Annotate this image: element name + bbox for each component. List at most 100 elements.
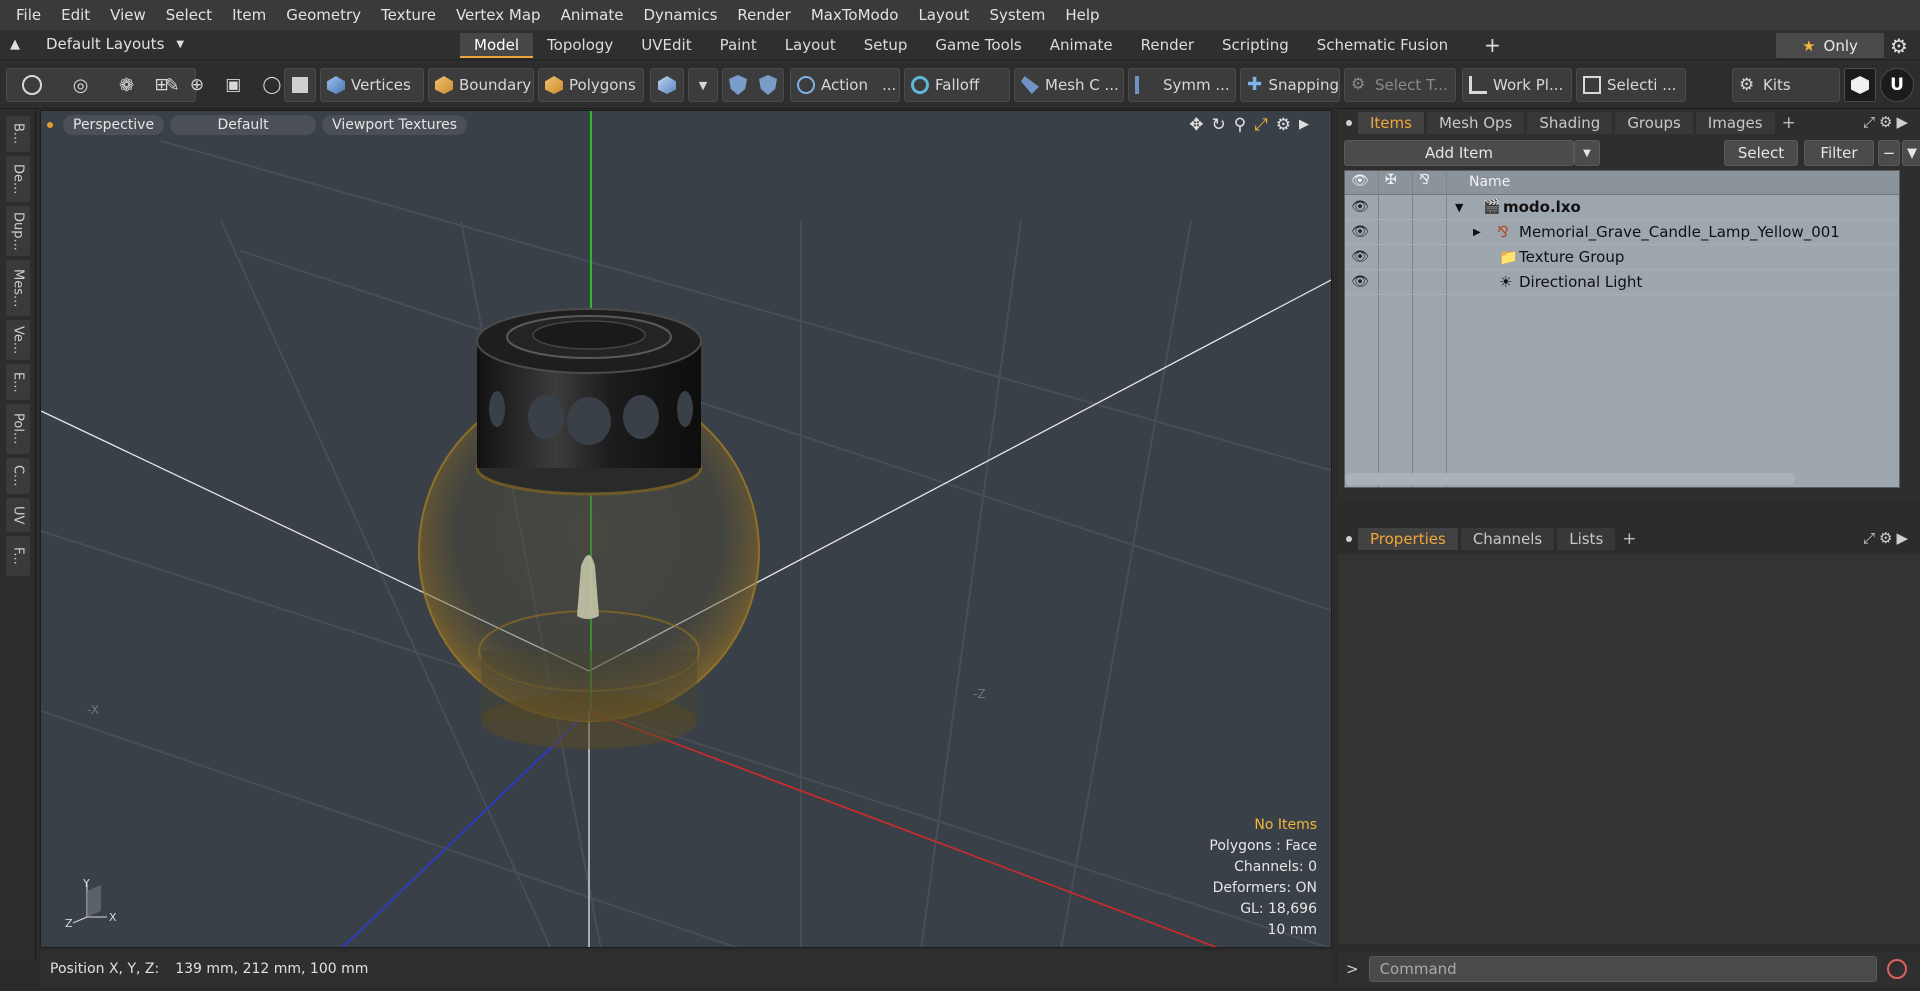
- tab-shading[interactable]: Shading: [1527, 112, 1613, 134]
- boundary-button[interactable]: Boundary: [428, 68, 534, 102]
- tab-render[interactable]: Render: [1127, 33, 1208, 58]
- default-layouts-dropdown[interactable]: ▲ Default Layouts ▼: [10, 35, 184, 53]
- menu-maxtomodo[interactable]: MaxToModo: [801, 6, 909, 24]
- menu-animate[interactable]: Animate: [551, 6, 634, 24]
- polygons-button[interactable]: Polygons: [538, 68, 644, 102]
- collapse-up-icon[interactable]: ▲: [10, 37, 20, 52]
- rotate-icon[interactable]: ◯: [262, 75, 281, 95]
- gear-icon[interactable]: ⚙: [1890, 34, 1908, 58]
- work-plane-button[interactable]: Work Pl...: [1462, 68, 1572, 102]
- tab-uvedit[interactable]: UVEdit: [627, 33, 705, 58]
- list-item-texture-group[interactable]: 👁 📁 Texture Group: [1345, 245, 1899, 270]
- left-tab-vertex[interactable]: Ve...: [6, 320, 30, 360]
- viewport-menu-dot-icon[interactable]: [47, 122, 53, 128]
- filter-button[interactable]: Filter: [1804, 140, 1874, 166]
- rotate-view-icon[interactable]: ↻: [1211, 115, 1225, 135]
- unreal-button[interactable]: U: [1880, 68, 1914, 102]
- mode-dropdown-button[interactable]: ▼: [688, 68, 718, 102]
- menu-file[interactable]: File: [6, 6, 51, 24]
- shading-dropdown[interactable]: Default: [170, 115, 317, 135]
- tab-model[interactable]: Model: [460, 33, 534, 58]
- menu-edit[interactable]: Edit: [51, 6, 100, 24]
- menu-item[interactable]: Item: [222, 6, 276, 24]
- tab-mesh-ops[interactable]: Mesh Ops: [1426, 112, 1525, 134]
- shield-icon[interactable]: [729, 75, 747, 95]
- left-tab-duplicate[interactable]: Dup...: [6, 206, 30, 256]
- falloff-button[interactable]: Falloff: [904, 68, 1010, 102]
- left-tab-deform[interactable]: De...: [6, 156, 30, 202]
- menu-texture[interactable]: Texture: [371, 6, 446, 24]
- left-tab-edge[interactable]: E...: [6, 364, 30, 400]
- 3d-viewport[interactable]: -X -Z Y Z X Perspective Default Viewport…: [40, 110, 1332, 948]
- list-item-directional-light[interactable]: 👁 ☀ Directional Light: [1345, 270, 1899, 295]
- globe-icon[interactable]: ◎: [73, 75, 89, 96]
- pan-icon[interactable]: ✥: [1189, 115, 1203, 135]
- menu-help[interactable]: Help: [1055, 6, 1109, 24]
- menu-view[interactable]: View: [100, 6, 156, 24]
- left-tab-uv[interactable]: UV: [6, 498, 30, 532]
- tab-setup[interactable]: Setup: [850, 33, 922, 58]
- collapse-button[interactable]: −: [1878, 140, 1900, 166]
- left-tab-basic[interactable]: B...: [6, 116, 30, 152]
- tab-game-tools[interactable]: Game Tools: [921, 33, 1035, 58]
- eye-icon[interactable]: 👁: [1351, 199, 1369, 215]
- cube-app-button[interactable]: [1844, 68, 1876, 102]
- list-item-mesh[interactable]: 👁 ▶ ⅋ Memorial_Grave_Candle_Lamp_Yellow_…: [1345, 220, 1899, 245]
- eye-icon[interactable]: 👁: [1351, 274, 1369, 290]
- add-tab-plus-icon[interactable]: +: [1484, 33, 1501, 57]
- maximize-icon[interactable]: ⤢: [1254, 115, 1268, 135]
- lasso-icon[interactable]: ❁: [119, 75, 134, 96]
- tab-items[interactable]: Items: [1358, 112, 1424, 134]
- element-move-icon[interactable]: ⊞: [155, 75, 169, 95]
- menu-system[interactable]: System: [979, 6, 1055, 24]
- viewport-gear-icon[interactable]: ⚙: [1276, 115, 1291, 135]
- left-tab-curve[interactable]: C...: [6, 458, 30, 494]
- menu-dynamics[interactable]: Dynamics: [633, 6, 727, 24]
- vertices-button[interactable]: Vertices: [320, 68, 424, 102]
- tab-topology[interactable]: Topology: [533, 33, 627, 58]
- panel-options-icons[interactable]: ⤢⚙▶: [1863, 529, 1912, 547]
- menu-render[interactable]: Render: [727, 6, 800, 24]
- expand-arrow-icon[interactable]: ▼: [1455, 201, 1463, 214]
- tab-scripting[interactable]: Scripting: [1208, 33, 1303, 58]
- play-arrow-icon[interactable]: ▶: [1299, 117, 1309, 135]
- symmetry-button[interactable]: Symm ...: [1128, 68, 1236, 102]
- tab-schematic-fusion[interactable]: Schematic Fusion: [1303, 33, 1462, 58]
- kits-button[interactable]: ⚙ Kits: [1732, 68, 1840, 102]
- frame-icon[interactable]: ▣: [225, 75, 241, 95]
- menu-geometry[interactable]: Geometry: [276, 6, 371, 24]
- menu-select[interactable]: Select: [156, 6, 222, 24]
- record-macro-icon[interactable]: [1886, 959, 1907, 979]
- eye-icon[interactable]: 👁: [1351, 224, 1369, 240]
- menu-layout[interactable]: Layout: [908, 6, 979, 24]
- item-mode-button[interactable]: [284, 68, 316, 102]
- viewport-textures-dropdown[interactable]: Viewport Textures: [322, 115, 468, 135]
- tab-lists[interactable]: Lists: [1557, 528, 1616, 550]
- mesh-constraint-button[interactable]: Mesh C ...: [1014, 68, 1124, 102]
- eye-icon[interactable]: 👁: [1351, 249, 1369, 265]
- panel-dot-icon[interactable]: [1346, 120, 1352, 126]
- grid-icon[interactable]: ⊕: [190, 75, 204, 95]
- action-center-button[interactable]: Action ...: [790, 68, 900, 102]
- selection-sets-button[interactable]: Selecti ...: [1576, 68, 1686, 102]
- left-tab-fusion[interactable]: F...: [6, 536, 30, 576]
- zoom-icon[interactable]: ⚲: [1234, 115, 1246, 135]
- add-panel-tab-icon[interactable]: +: [1622, 529, 1636, 549]
- material-mode-button[interactable]: [650, 68, 684, 102]
- select-through-button[interactable]: ⚙ Select T...: [1344, 68, 1456, 102]
- tab-layout[interactable]: Layout: [771, 33, 850, 58]
- tab-properties[interactable]: Properties: [1358, 528, 1458, 550]
- funnel-filter-button[interactable]: ▼: [1902, 140, 1920, 166]
- add-item-dropdown[interactable]: ▼: [1574, 140, 1600, 166]
- menu-vertex-map[interactable]: Vertex Map: [446, 6, 551, 24]
- left-tab-polygon[interactable]: Pol...: [6, 404, 30, 454]
- tab-images[interactable]: Images: [1695, 112, 1775, 134]
- panel-dot-icon[interactable]: [1346, 536, 1352, 542]
- add-panel-tab-icon[interactable]: +: [1782, 113, 1796, 133]
- name-column-header[interactable]: Name: [1469, 174, 1510, 190]
- tab-channels[interactable]: Channels: [1460, 528, 1555, 550]
- shield-icon[interactable]: [759, 75, 777, 95]
- circle-select-icon[interactable]: [22, 75, 43, 95]
- select-button[interactable]: Select: [1724, 140, 1798, 166]
- panel-options-icons[interactable]: ⤢⚙▶: [1863, 113, 1912, 131]
